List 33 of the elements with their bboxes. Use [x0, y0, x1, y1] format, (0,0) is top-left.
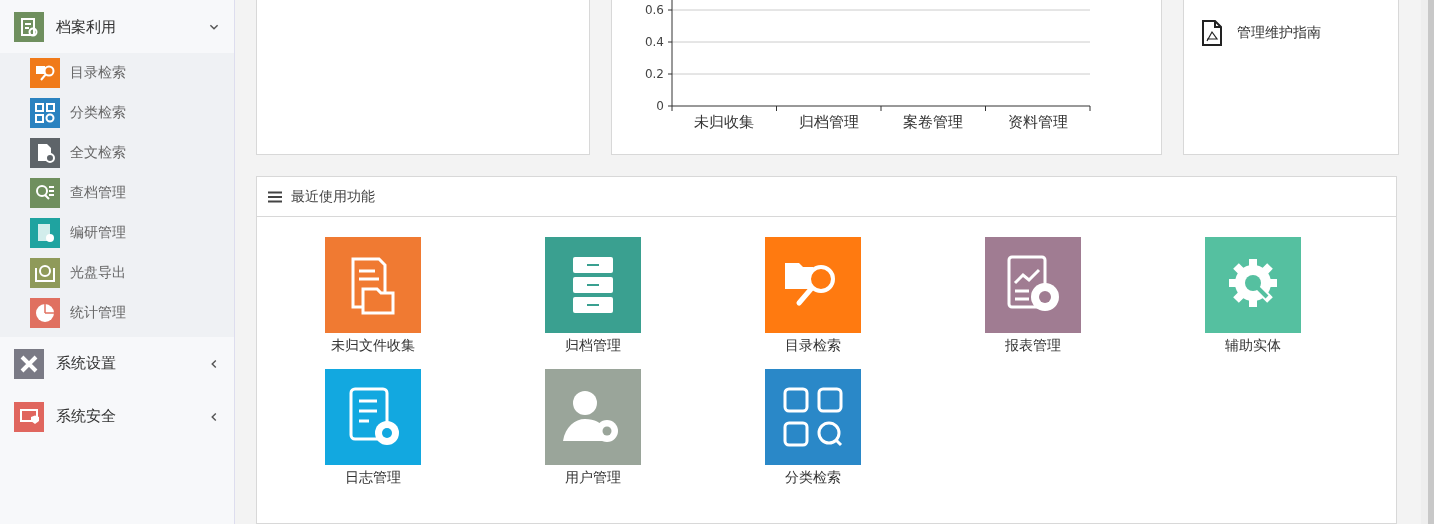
y-tick-label: 0.4: [644, 35, 664, 49]
x-category-label: 案卷管理: [903, 113, 964, 131]
scrollbar[interactable]: [1421, 0, 1434, 524]
function-shortcut[interactable]: 报表管理: [923, 237, 1143, 355]
pdf-file-icon: [1201, 20, 1223, 46]
document-link[interactable]: 管理维护指南: [1237, 24, 1321, 42]
sidebar-submenu-item[interactable]: 统计管理: [0, 293, 234, 333]
y-tick-label: 0.6: [644, 3, 664, 17]
monitor-shield-icon: [14, 401, 44, 432]
sidebar-submenu-item[interactable]: 查档管理: [0, 173, 234, 213]
sidebar-menu-item[interactable]: 系统设置: [0, 337, 234, 390]
sidebar-submenu-item[interactable]: 编研管理: [0, 213, 234, 253]
x-category-label: 资料管理: [1007, 113, 1068, 131]
y-tick-label: 0: [656, 99, 664, 113]
x-category-label: 未归收集: [694, 113, 755, 131]
function-shortcut[interactable]: 目录检索: [703, 237, 923, 355]
function-shortcut[interactable]: 用户管理: [483, 369, 703, 487]
function-shortcut[interactable]: 辅助实体: [1143, 237, 1363, 355]
sidebar-submenu-item[interactable]: 目录检索: [0, 53, 234, 93]
sidebar-menu-item[interactable]: 系统安全: [0, 390, 234, 443]
function-shortcut[interactable]: 日志管理: [263, 369, 483, 487]
sidebar-submenu-item[interactable]: 分类检索: [0, 93, 234, 133]
sidebar-submenu-item[interactable]: 全文检索: [0, 133, 234, 173]
y-tick-label: 0.2: [644, 67, 664, 81]
function-shortcut[interactable]: 分类检索: [703, 369, 923, 487]
sidebar-menu-item[interactable]: 档案利用: [0, 1, 234, 53]
panel-title: 最近使用功能: [291, 187, 375, 206]
menu-icon: [268, 190, 282, 203]
function-shortcut[interactable]: 归档管理: [483, 237, 703, 355]
x-category-label: 归档管理: [798, 113, 859, 131]
clipboard-search-icon: [14, 12, 44, 42]
function-shortcut[interactable]: 未归文件收集: [263, 237, 483, 355]
sidebar-submenu-item[interactable]: 光盘导出: [0, 253, 234, 293]
